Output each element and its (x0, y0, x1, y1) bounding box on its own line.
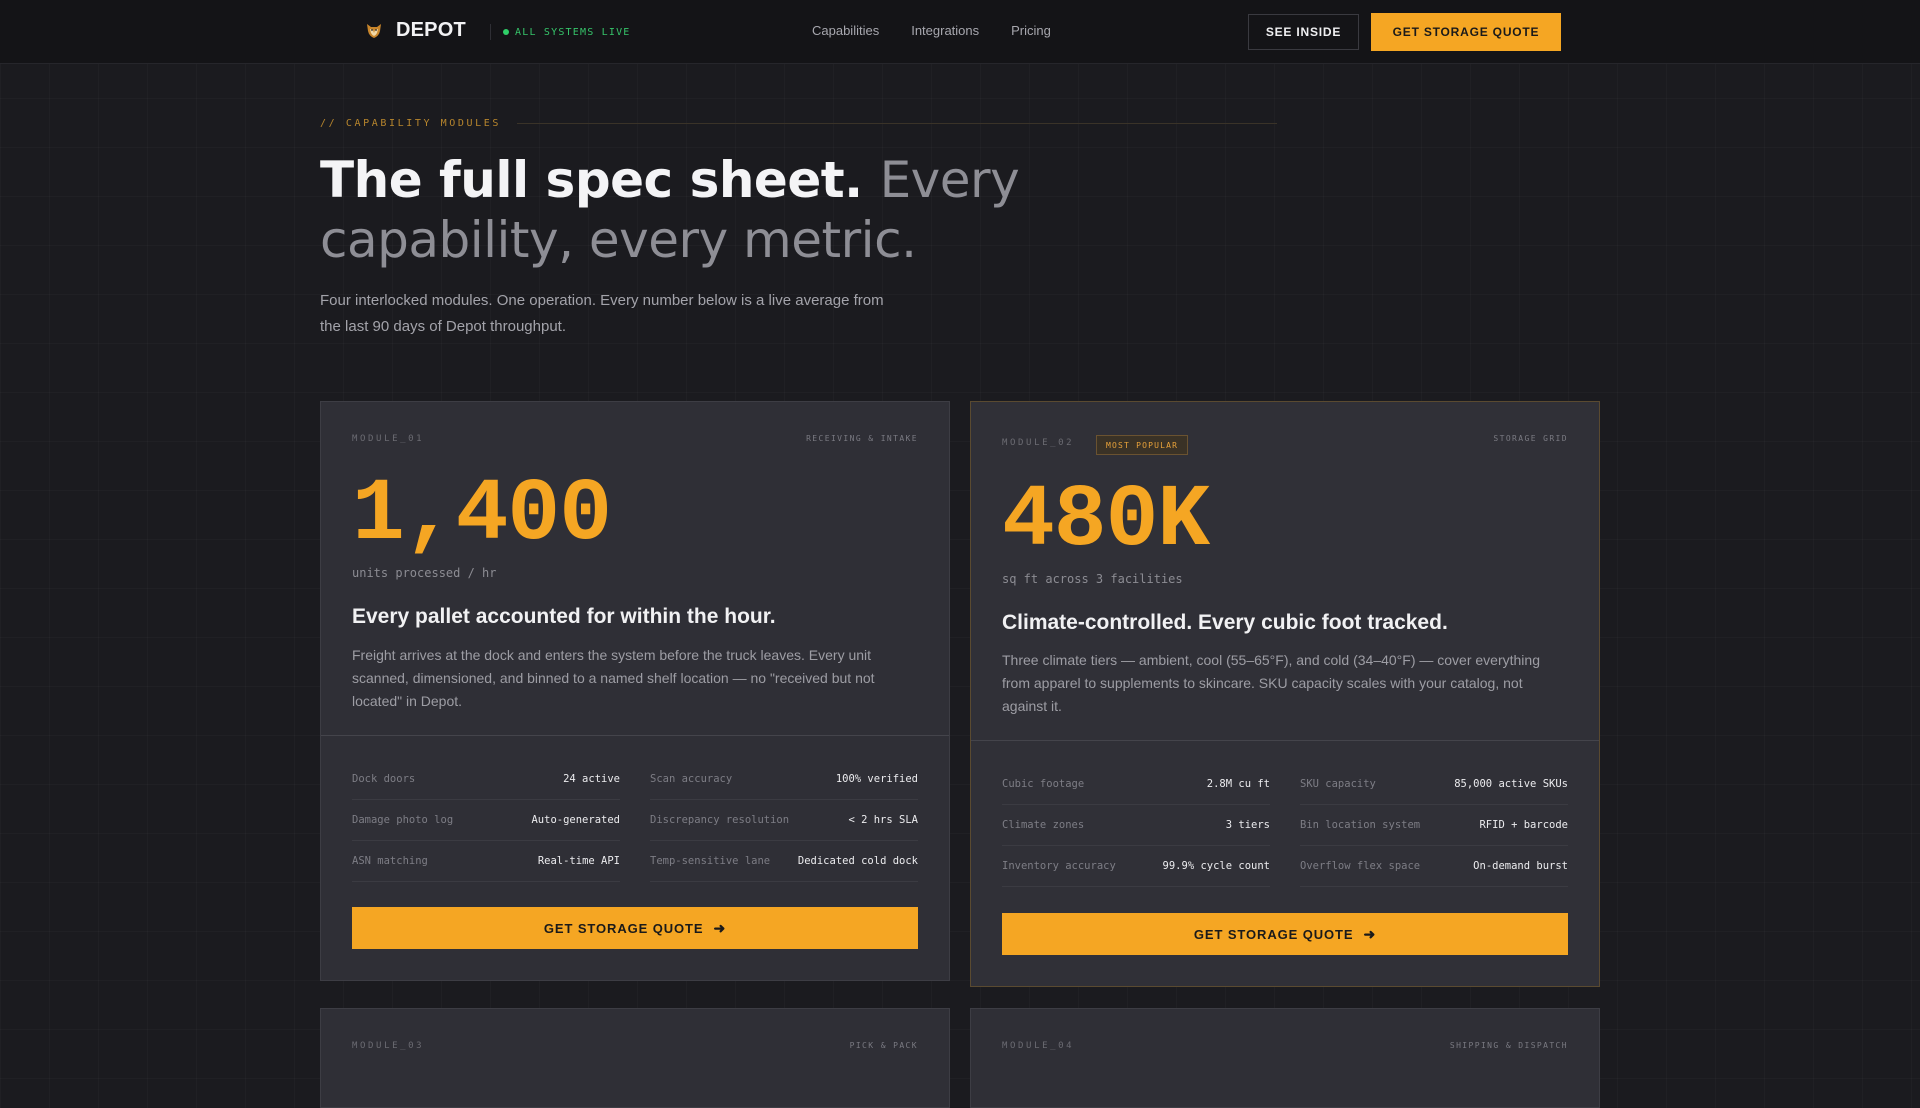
spec-key: Climate zones (1002, 819, 1085, 831)
module-card-03: MODULE_03 PICK & PACK (320, 1008, 950, 1108)
nav-link-capabilities[interactable]: Capabilities (812, 23, 879, 38)
spec-row: Scan accuracy 100% verified (650, 759, 918, 800)
spec-key: Inventory accuracy (1002, 860, 1116, 872)
status-dot-icon (503, 29, 509, 35)
spec-value: 24 active (563, 773, 620, 785)
cta-label: GET STORAGE QUOTE (543, 920, 704, 936)
headline-strong: The full spec sheet. (320, 151, 863, 209)
module-tag: RECEIVING & INTAKE (806, 434, 918, 443)
spec-row: Bin location system RFID + barcode (1300, 805, 1568, 846)
spec-value: 100% verified (835, 773, 918, 785)
module-description: Freight arrives at the dock and enters t… (352, 647, 875, 709)
spec-key: Bin location system (1300, 819, 1421, 831)
module-quote-button[interactable]: GET STORAGE QUOTE ➜ (1002, 913, 1568, 955)
system-status: ALL SYSTEMS LIVE (490, 24, 631, 40)
spec-key: Overflow flex space (1300, 860, 1421, 872)
spec-value: On-demand burst (1473, 860, 1568, 872)
spec-key: Cubic footage (1002, 778, 1085, 790)
spec-value: < 2 hrs SLA (848, 814, 918, 826)
spec-value: 85,000 active SKUs (1454, 778, 1568, 790)
module-card-04: MODULE_04 SHIPPING & DISPATCH (970, 1008, 1600, 1108)
module-title: Climate-controlled. Every cubic foot tra… (1002, 611, 1448, 634)
spec-value: 3 tiers (1225, 819, 1270, 831)
spec-grid: Cubic footage 2.8M cu ft SKU capacity 85,0… (1002, 764, 1568, 887)
module-quote-button[interactable]: GET STORAGE QUOTE ➜ (352, 907, 918, 949)
spec-row: ASN matching Real-time API (352, 841, 620, 882)
spec-row: Damage photo log Auto-generated (352, 800, 620, 841)
status-label: ALL SYSTEMS LIVE (515, 26, 631, 38)
module-tag: STORAGE GRID (1493, 434, 1568, 443)
spec-row: Dock doors 24 active (352, 759, 620, 800)
nav-link-pricing[interactable]: Pricing (1011, 23, 1051, 38)
spec-key: Temp-sensitive lane (650, 855, 771, 867)
page-title: The full spec sheet. Every capability, e… (320, 150, 1040, 270)
module-stat-unit: sq ft across 3 facilities (1002, 572, 1183, 586)
spec-key: Dock doors (352, 773, 416, 785)
spec-key: Discrepancy resolution (650, 814, 790, 826)
spec-row: Cubic footage 2.8M cu ft (1002, 764, 1270, 805)
arrow-right-icon: ➜ (1363, 925, 1377, 942)
brand[interactable]: DEPOT (364, 19, 466, 42)
section-lede: Four interlocked modules. One operation.… (320, 292, 884, 335)
module-stat-unit: units processed / hr (352, 566, 497, 580)
spec-value: 99.9% cycle count (1162, 860, 1270, 872)
see-inside-button[interactable]: SEE INSIDE (1248, 14, 1359, 50)
section-eyebrow: // CAPABILITY MODULES (320, 118, 1278, 129)
cta-label: GET STORAGE QUOTE (1193, 926, 1354, 942)
brand-name: DEPOT (396, 19, 466, 41)
top-nav: DEPOT ALL SYSTEMS LIVE Capabilities Inte… (0, 0, 1920, 64)
most-popular-badge: MOST POPULAR (1096, 435, 1189, 455)
spec-grid: Dock doors 24 active Scan accuracy 100% ve… (352, 759, 918, 882)
spec-row: Overflow flex space On-demand burst (1300, 846, 1568, 887)
eyebrow-label: // CAPABILITY MODULES (320, 118, 502, 129)
spec-key: Damage photo log (352, 814, 454, 826)
card-divider (321, 735, 949, 736)
spec-row: Climate zones 3 tiers (1002, 805, 1270, 846)
nav-links: Capabilities Integrations Pricing (812, 23, 1083, 38)
module-stat: 1,400 (352, 466, 612, 565)
module-id: MODULE_04 (1002, 1041, 1075, 1051)
spec-value: Real-time API (537, 855, 620, 867)
module-stat: 480K (1002, 472, 1210, 571)
spec-value: Auto-generated (531, 814, 620, 826)
module-card-01: MODULE_01 RECEIVING & INTAKE 1,400 units… (320, 401, 950, 981)
spec-row: SKU capacity 85,000 active SKUs (1300, 764, 1568, 805)
module-title: Every pallet accounted for within the ho… (352, 605, 776, 628)
module-description: Three climate tiers — ambient, cool (55–… (1002, 652, 1540, 714)
module-id: MODULE_03 (352, 1041, 425, 1051)
spec-key: SKU capacity (1300, 778, 1376, 790)
card-divider (971, 740, 1599, 741)
spec-key: ASN matching (352, 855, 428, 867)
fox-shield-icon (364, 21, 384, 41)
eyebrow-divider (517, 123, 1278, 124)
spec-value: Dedicated cold dock (797, 855, 918, 867)
module-tag: PICK & PACK (849, 1041, 918, 1050)
spec-value: 2.8M cu ft (1206, 778, 1270, 790)
module-card-02: MODULE_02 MOST POPULAR STORAGE GRID 480K… (970, 401, 1600, 987)
get-storage-quote-button[interactable]: GET STORAGE QUOTE (1371, 13, 1561, 51)
module-id: MODULE_01 (352, 434, 425, 444)
spec-key: Scan accuracy (650, 773, 733, 785)
spec-value: RFID + barcode (1479, 819, 1568, 831)
module-id: MODULE_02 (1002, 438, 1075, 448)
spec-row: Inventory accuracy 99.9% cycle count (1002, 846, 1270, 887)
spec-row: Discrepancy resolution < 2 hrs SLA (650, 800, 918, 841)
nav-link-integrations[interactable]: Integrations (911, 23, 979, 38)
module-tag: SHIPPING & DISPATCH (1449, 1041, 1568, 1050)
arrow-right-icon: ➜ (713, 919, 727, 936)
spec-row: Temp-sensitive lane Dedicated cold dock (650, 841, 918, 882)
